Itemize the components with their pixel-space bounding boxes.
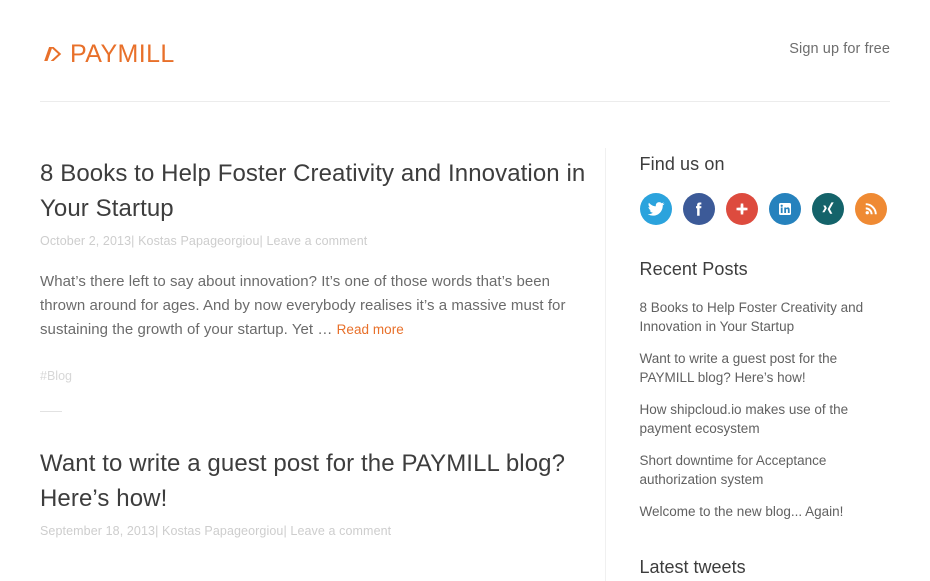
main-content: 8 Books to Help Foster Creativity and In… (40, 102, 588, 581)
post-date: October 2, 2013 (40, 234, 132, 248)
post-title-link[interactable]: 8 Books to Help Foster Creativity and In… (40, 160, 585, 222)
post-meta: September 18, 2013| Kostas Papageorgiou|… (40, 522, 588, 540)
leave-comment-link[interactable]: Leave a comment (290, 524, 391, 538)
post-title: 8 Books to Help Foster Creativity and In… (40, 156, 588, 226)
recent-post-link[interactable]: Want to write a guest post for the PAYMI… (640, 349, 890, 387)
post-author: Kostas Papageorgiou (162, 524, 284, 538)
post-excerpt: What’s there left to say about innovatio… (40, 270, 588, 342)
list-item: How shipcloud.io makes use of the paymen… (640, 400, 890, 438)
meta-separator-2: | (283, 524, 287, 538)
googleplus-icon[interactable] (725, 193, 758, 225)
find-us-heading: Find us on (639, 154, 725, 174)
list-item: Want to write a guest post for the PAYMI… (640, 349, 890, 387)
post-tags: #Blog (40, 369, 588, 383)
page-layout: 8 Books to Help Foster Creativity and In… (0, 102, 930, 581)
latest-tweets-heading: Latest tweets (639, 557, 746, 577)
list-item: Short downtime for Acceptance authorizat… (640, 451, 890, 489)
post-date: September 18, 2013 (40, 524, 156, 538)
recent-post-link[interactable]: Short downtime for Acceptance authorizat… (640, 451, 890, 489)
post-title-link[interactable]: Want to write a guest post for the PAYMI… (40, 450, 565, 512)
leave-comment-link[interactable]: Leave a comment (266, 234, 367, 248)
post-separator (40, 411, 62, 412)
list-item: Welcome to the new blog... Again! (640, 502, 890, 521)
post-excerpt-text: What’s there left to say about innovatio… (40, 273, 566, 338)
sidebar: Find us on Recent Posts 8 Books to Help … (639, 102, 890, 581)
recent-post-link[interactable]: 8 Books to Help Foster Creativity and In… (640, 298, 890, 336)
post-meta: October 2, 2013| Kostas Papageorgiou| Le… (40, 232, 588, 250)
meta-separator-1: | (131, 234, 135, 248)
rss-icon[interactable] (854, 193, 887, 225)
recent-posts-heading: Recent Posts (639, 259, 748, 279)
post-item: 8 Books to Help Foster Creativity and In… (40, 156, 588, 383)
recent-post-link[interactable]: Welcome to the new blog... Again! (640, 502, 890, 521)
post-title: Want to write a guest post for the PAYMI… (40, 446, 588, 516)
post-author: Kostas Papageorgiou (138, 234, 260, 248)
paymill-logo-mark-icon (41, 42, 65, 66)
paymill-logo[interactable]: PAYMILL (41, 38, 175, 70)
post-tag-blog[interactable]: #Blog (40, 369, 72, 383)
meta-separator-1: | (155, 524, 159, 538)
recent-post-link[interactable]: How shipcloud.io makes use of the paymen… (640, 400, 890, 438)
signup-link[interactable]: Sign up for free (789, 41, 890, 57)
facebook-icon[interactable] (682, 193, 715, 225)
post-item: Want to write a guest post for the PAYMI… (40, 446, 588, 540)
paymill-logo-text: PAYMILL (70, 39, 175, 68)
site-header: PAYMILL Sign up for free (0, 0, 930, 102)
twitter-icon[interactable] (639, 193, 672, 225)
xing-icon[interactable] (811, 193, 844, 225)
linkedin-icon[interactable] (768, 193, 801, 225)
list-item: 8 Books to Help Foster Creativity and In… (640, 298, 890, 336)
social-links (639, 193, 890, 225)
read-more-link[interactable]: Read more (337, 322, 404, 337)
meta-separator-2: | (259, 234, 263, 248)
blog-page: PAYMILL Sign up for free 8 Books to Help… (0, 0, 930, 581)
recent-posts-list: 8 Books to Help Foster Creativity and In… (640, 298, 890, 521)
